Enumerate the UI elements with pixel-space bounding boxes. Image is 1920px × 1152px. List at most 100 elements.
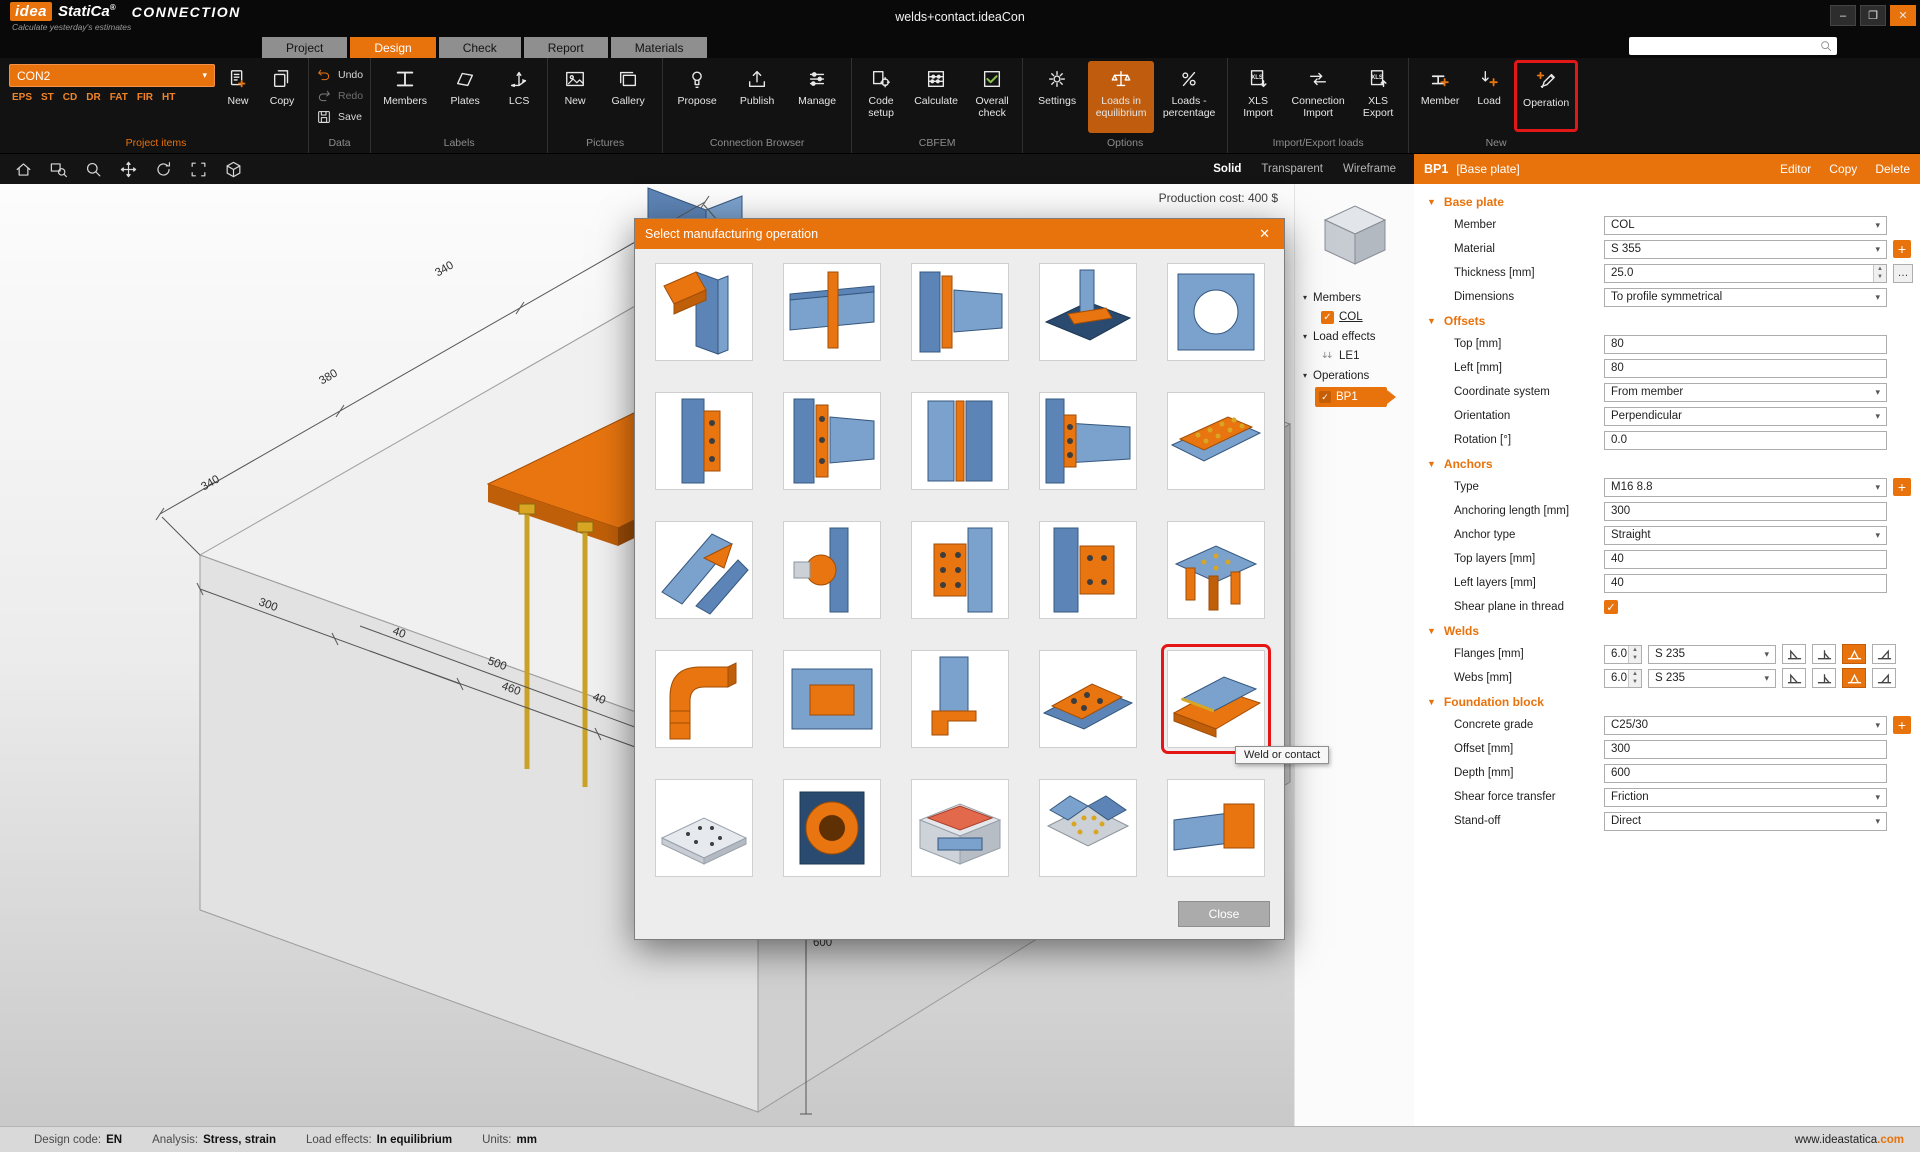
code-fir[interactable]: FIR xyxy=(137,92,153,103)
operation-thumb-cut-of-member[interactable] xyxy=(655,263,753,361)
new-project-item-button[interactable]: New xyxy=(217,61,259,133)
propose-button[interactable]: Propose xyxy=(668,61,726,133)
operation-thumb-truss-node[interactable] xyxy=(1039,779,1137,877)
maximize-button[interactable]: ❐ xyxy=(1860,5,1886,26)
operation-thumb-cleat[interactable] xyxy=(911,650,1009,748)
loads-in-equilibrium-button[interactable]: Loads in equilibrium xyxy=(1088,61,1154,133)
weld-type-button[interactable] xyxy=(1872,644,1896,664)
new-operation-button[interactable]: Operation xyxy=(1517,63,1575,129)
operation-thumb-widening[interactable] xyxy=(655,392,753,490)
section-header[interactable]: ▼Offsets xyxy=(1414,309,1920,332)
mode-solid[interactable]: Solid xyxy=(1213,163,1241,175)
code-setup-button[interactable]: Code setup xyxy=(857,61,905,133)
operation-thumb-fin-plate[interactable] xyxy=(1039,392,1137,490)
section-header[interactable]: ▼Welds xyxy=(1414,619,1920,642)
copy-project-item-button[interactable]: Copy xyxy=(261,61,303,133)
section-header[interactable]: ▼Foundation block xyxy=(1414,690,1920,713)
delete-operation-button[interactable]: Delete xyxy=(1875,162,1910,176)
weld-type-button[interactable] xyxy=(1812,668,1836,688)
code-fat[interactable]: FAT xyxy=(110,92,128,103)
undo-button[interactable]: Undo xyxy=(316,67,363,83)
loads-percentage-button[interactable]: Loads - percentage xyxy=(1156,61,1222,133)
add-button[interactable]: + xyxy=(1893,240,1911,258)
tab-project[interactable]: Project xyxy=(262,37,347,58)
dropdown[interactable]: Straight▾ xyxy=(1604,526,1887,545)
copy-operation-button[interactable]: Copy xyxy=(1829,162,1857,176)
text-input[interactable]: 40 xyxy=(1604,550,1887,569)
text-input[interactable]: 40 xyxy=(1604,574,1887,593)
dialog-close-icon[interactable]: ✕ xyxy=(1255,226,1274,242)
tree-item-bp1[interactable]: ✓ BP1 xyxy=(1315,387,1387,407)
operation-thumb-connector[interactable] xyxy=(783,521,881,619)
tree-section-operations[interactable]: ▾ Operations xyxy=(1295,366,1414,385)
tab-materials[interactable]: Materials xyxy=(611,37,708,58)
operation-thumb-splice-plate[interactable] xyxy=(1039,650,1137,748)
operation-thumb-weld-or-contact[interactable] xyxy=(1167,650,1265,748)
operation-thumb-base-plate[interactable] xyxy=(1039,263,1137,361)
dropdown[interactable]: Perpendicular▾ xyxy=(1604,407,1887,426)
website-link[interactable]: www.ideastatica.com xyxy=(1795,1134,1904,1146)
operation-thumb-pressed-plate[interactable] xyxy=(911,779,1009,877)
text-input[interactable]: 6.0▲▼ xyxy=(1604,645,1642,664)
operation-thumb-stiffening-member[interactable] xyxy=(783,263,881,361)
picture-new-button[interactable]: New xyxy=(553,61,597,133)
dropdown[interactable]: Friction▾ xyxy=(1604,788,1887,807)
operation-thumb-splice-contact[interactable] xyxy=(911,392,1009,490)
weld-type-button[interactable] xyxy=(1782,668,1806,688)
labels-plates-button[interactable]: Plates xyxy=(436,61,494,133)
operation-thumb-stub[interactable] xyxy=(1167,779,1265,877)
dropdown[interactable]: M16 8.8▾ xyxy=(1604,478,1887,497)
text-input[interactable]: 25.0▲▼ xyxy=(1604,264,1887,283)
redo-button[interactable]: Redo xyxy=(316,88,363,104)
add-button[interactable]: + xyxy=(1893,478,1911,496)
dialog-close-button[interactable]: Close xyxy=(1178,901,1270,927)
weld-type-button[interactable] xyxy=(1842,668,1866,688)
project-item-selector[interactable]: CON2 ▾ xyxy=(9,64,215,87)
xls-import-button[interactable]: XLS XLS Import xyxy=(1233,61,1283,133)
operation-thumb-diagonal-cut[interactable] xyxy=(655,521,753,619)
save-button[interactable]: Save xyxy=(316,109,363,125)
text-input[interactable]: 600 xyxy=(1604,764,1887,783)
text-input[interactable]: 300 xyxy=(1604,502,1887,521)
spinner[interactable]: ▲▼ xyxy=(1873,265,1886,282)
weld-type-button[interactable] xyxy=(1782,644,1806,664)
zoom-window-icon[interactable] xyxy=(49,156,68,182)
tab-design[interactable]: Design xyxy=(350,37,435,58)
manage-button[interactable]: Manage xyxy=(788,61,846,133)
tab-check[interactable]: Check xyxy=(439,37,521,58)
code-ht[interactable]: HT xyxy=(162,92,175,103)
section-header[interactable]: ▼Anchors xyxy=(1414,452,1920,475)
publish-button[interactable]: Publish xyxy=(728,61,786,133)
dropdown[interactable]: COL▾ xyxy=(1604,216,1887,235)
operation-thumb-end-plate[interactable] xyxy=(911,263,1009,361)
search-input[interactable] xyxy=(1629,37,1837,55)
weld-type-button[interactable] xyxy=(1812,644,1836,664)
spinner[interactable]: ▲▼ xyxy=(1628,670,1641,687)
text-input[interactable]: 6.0▲▼ xyxy=(1604,669,1642,688)
operation-thumb-bolted-plate[interactable] xyxy=(1039,521,1137,619)
operation-thumb-bolt-grid[interactable] xyxy=(911,521,1009,619)
zoom-icon[interactable] xyxy=(84,156,103,182)
dropdown[interactable]: S 235▾ xyxy=(1648,645,1776,664)
labels-members-button[interactable]: Members xyxy=(376,61,434,133)
rotate-icon[interactable] xyxy=(154,156,173,182)
operation-thumb-stub-table[interactable] xyxy=(1167,521,1265,619)
connection-import-button[interactable]: Connection Import xyxy=(1285,61,1351,133)
pan-icon[interactable] xyxy=(119,156,138,182)
labels-lcs-button[interactable]: LCS xyxy=(496,61,542,133)
dropdown[interactable]: To profile symmetrical▾ xyxy=(1604,288,1887,307)
operation-thumb-negative-volume[interactable] xyxy=(783,650,881,748)
navigation-cube[interactable] xyxy=(1295,198,1414,272)
text-input[interactable]: 300 xyxy=(1604,740,1887,759)
xls-export-button[interactable]: XLS XLS Export xyxy=(1353,61,1403,133)
tree-item-le1[interactable]: LE1 xyxy=(1295,346,1414,366)
operation-thumb-opening[interactable] xyxy=(1167,263,1265,361)
section-header[interactable]: ▼Base plate xyxy=(1414,190,1920,213)
code-st[interactable]: ST xyxy=(41,92,54,103)
overall-check-button[interactable]: Overall check xyxy=(967,61,1017,133)
dropdown[interactable]: S 235▾ xyxy=(1648,669,1776,688)
dropdown[interactable]: C25/30▾ xyxy=(1604,716,1887,735)
tree-item-col[interactable]: ✓ COL xyxy=(1295,307,1414,327)
minimize-button[interactable]: – xyxy=(1830,5,1856,26)
picture-gallery-button[interactable]: Gallery xyxy=(599,61,657,133)
